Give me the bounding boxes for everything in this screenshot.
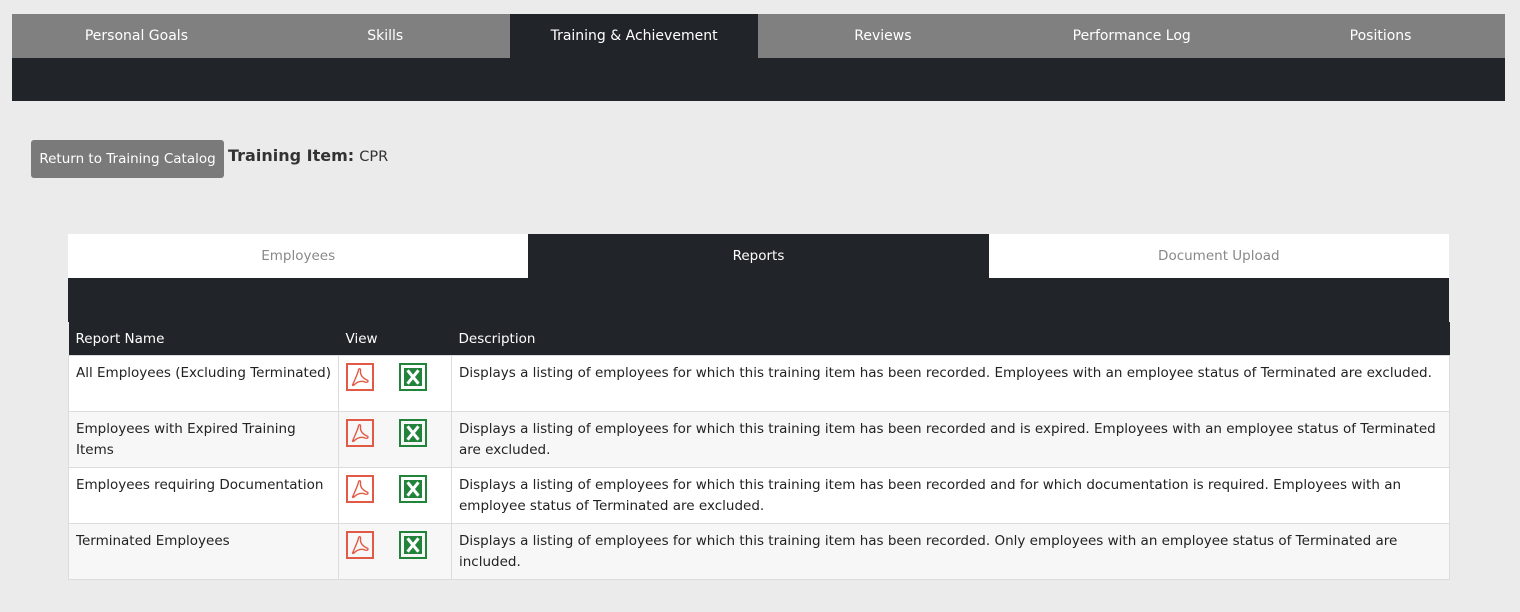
- column-header-description: Description: [451, 322, 1450, 356]
- top-subbar: [12, 58, 1505, 101]
- view-cell: [338, 467, 452, 524]
- table-header-row: Report Name View Description: [68, 322, 1450, 356]
- report-name-cell: All Employees (Excluding Terminated): [68, 355, 339, 412]
- training-item-title: Training Item: CPR: [228, 146, 388, 165]
- top-nav: Personal Goals Skills Training & Achieve…: [12, 14, 1505, 58]
- tab-personal-goals[interactable]: Personal Goals: [12, 14, 261, 58]
- pdf-icon[interactable]: [346, 363, 374, 391]
- pdf-icon[interactable]: [346, 531, 374, 559]
- report-name-cell: Terminated Employees: [68, 523, 339, 580]
- report-name-cell: Employees requiring Documentation: [68, 467, 339, 524]
- view-cell: [338, 355, 452, 412]
- view-cell: [338, 523, 452, 580]
- excel-icon[interactable]: [399, 419, 427, 447]
- pdf-icon[interactable]: [346, 475, 374, 503]
- table-row: Terminated Employees Displays a listing …: [68, 523, 1450, 580]
- reports-table: Report Name View Description All Employe…: [68, 322, 1450, 580]
- report-description-cell: Displays a listing of employees for whic…: [451, 523, 1450, 580]
- subtab-employees[interactable]: Employees: [68, 234, 529, 278]
- subtab-document-upload[interactable]: Document Upload: [988, 234, 1449, 278]
- excel-icon[interactable]: [399, 363, 427, 391]
- training-item-label: Training Item:: [228, 146, 355, 165]
- tab-skills[interactable]: Skills: [261, 14, 510, 58]
- excel-icon[interactable]: [399, 475, 427, 503]
- sub-tabs: Employees Reports Document Upload: [68, 234, 1449, 278]
- view-cell: [338, 411, 452, 468]
- excel-icon[interactable]: [399, 531, 427, 559]
- tab-positions[interactable]: Positions: [1256, 14, 1505, 58]
- subtab-reports[interactable]: Reports: [528, 234, 989, 278]
- table-row: Employees requiring Documentation Displa…: [68, 467, 1450, 524]
- column-header-view: View: [338, 322, 452, 356]
- table-row: Employees with Expired Training Items Di…: [68, 411, 1450, 468]
- report-description-cell: Displays a listing of employees for whic…: [451, 467, 1450, 524]
- report-name-cell: Employees with Expired Training Items: [68, 411, 339, 468]
- tab-training-achievement[interactable]: Training & Achievement: [509, 14, 759, 58]
- training-item-value: CPR: [359, 149, 389, 165]
- reports-toolbar: [68, 278, 1449, 322]
- return-to-training-catalog-button[interactable]: Return to Training Catalog: [31, 140, 224, 178]
- tab-reviews[interactable]: Reviews: [758, 14, 1007, 58]
- pdf-icon[interactable]: [346, 419, 374, 447]
- table-row: All Employees (Excluding Terminated) Dis…: [68, 355, 1450, 412]
- tab-performance-log[interactable]: Performance Log: [1007, 14, 1256, 58]
- column-header-report-name: Report Name: [68, 322, 339, 356]
- report-description-cell: Displays a listing of employees for whic…: [451, 411, 1450, 468]
- report-description-cell: Displays a listing of employees for whic…: [451, 355, 1450, 412]
